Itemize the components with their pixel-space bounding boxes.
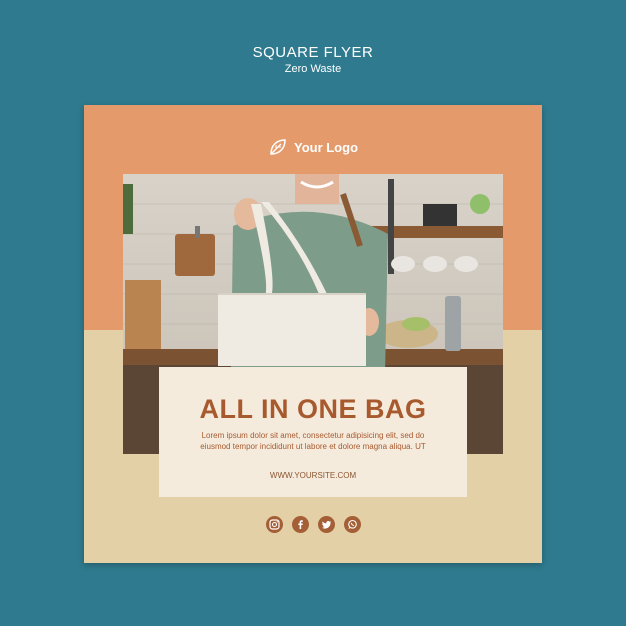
leaf-icon	[270, 139, 286, 155]
page-title: SQUARE FLYER	[252, 44, 374, 61]
body-text: Lorem ipsum dolor sit amet, consectetur …	[200, 431, 426, 451]
whatsapp-icon[interactable]	[343, 516, 361, 533]
instagram-icon[interactable]	[265, 516, 283, 533]
logo-text: Your Logo	[293, 139, 359, 155]
social-icons	[84, 516, 542, 533]
facebook-icon[interactable]	[291, 516, 309, 533]
flyer: Your Logo ALL IN ONE BAG Lorem ipsum dol…	[84, 105, 542, 563]
info-card: ALL IN ONE BAG Lorem ipsum dolor sit ame…	[159, 367, 467, 497]
twitter-icon[interactable]	[317, 516, 335, 533]
website-link[interactable]: WWW.YOURSITE.COM	[159, 471, 467, 480]
logo: Your Logo	[84, 137, 542, 157]
page-subtitle: Zero Waste	[284, 63, 342, 75]
headline: ALL IN ONE BAG	[199, 394, 427, 424]
